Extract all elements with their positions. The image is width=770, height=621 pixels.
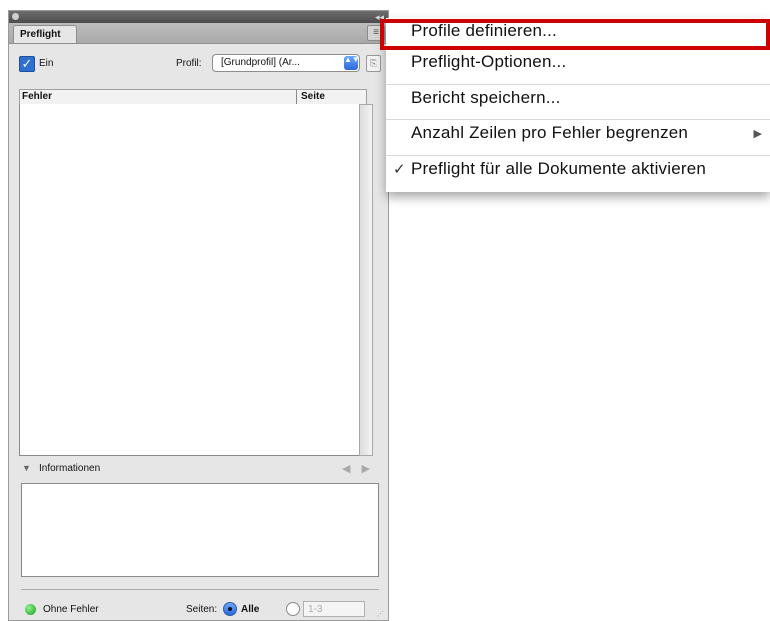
stepper-arrows-icon: ▲▼: [344, 56, 360, 70]
menu-item-label: Preflight für alle Dokumente aktivieren: [411, 159, 707, 178]
info-box: [21, 483, 379, 577]
ein-label: Ein: [39, 58, 54, 69]
column-header-seite[interactable]: Seite: [301, 91, 325, 102]
menu-item-label: Anzahl Zeilen pro Fehler begrenzen: [411, 123, 689, 142]
tab-preflight[interactable]: Preflight: [13, 25, 77, 43]
profile-document-icon[interactable]: ⎘: [366, 55, 381, 72]
column-divider: [296, 90, 297, 104]
profil-select-value: [Grundprofil] (Ar...: [221, 57, 300, 68]
status-ok-icon: [25, 604, 36, 615]
highlight-box: [380, 19, 770, 50]
errors-list[interactable]: [19, 104, 367, 456]
info-row: ▼ Informationen ◀ ▶: [9, 461, 388, 479]
info-nav-arrows-icon[interactable]: ◀ ▶: [342, 462, 374, 475]
column-header-fehler[interactable]: Fehler: [22, 91, 52, 102]
disclosure-triangle-icon[interactable]: ▼: [22, 463, 31, 473]
menu-item-preflight-optionen[interactable]: Preflight-Optionen...: [386, 49, 770, 79]
submenu-arrow-icon: ▶: [753, 128, 762, 140]
status-text: Ohne Fehler: [43, 604, 99, 615]
menu-item-preflight-alle-dokumente[interactable]: ✓ Preflight für alle Dokumente aktiviere…: [386, 155, 770, 186]
radio-range[interactable]: [286, 602, 300, 616]
ein-checkbox[interactable]: ✓: [19, 56, 35, 72]
checkmark-icon: ✓: [393, 161, 406, 178]
menu-item-zeilen-begrenzen[interactable]: Anzahl Zeilen pro Fehler begrenzen ▶: [386, 119, 770, 150]
profil-label: Profil:: [176, 58, 202, 69]
tab-bar: Preflight ≡: [9, 23, 388, 44]
profil-select[interactable]: [Grundprofil] (Ar... ▲▼: [212, 54, 360, 72]
seiten-label: Seiten:: [186, 604, 218, 615]
menu-item-label: Preflight-Optionen...: [411, 52, 567, 71]
preflight-panel: ◂◂ Preflight ≡ ✓ Ein Profil: [Grundprofi…: [8, 10, 389, 621]
menu-item-label: Bericht speichern...: [411, 88, 561, 107]
radio-alle[interactable]: [223, 602, 237, 616]
errors-scrollbar[interactable]: [359, 104, 373, 456]
info-label: Informationen: [39, 463, 101, 474]
panel-titlebar: ◂◂: [9, 11, 388, 23]
resize-grip-icon[interactable]: ⋰: [377, 610, 384, 618]
radio-alle-label: Alle: [241, 604, 260, 615]
page-range-input[interactable]: 1-3: [303, 601, 365, 617]
ein-row: ✓ Ein Profil: [Grundprofil] (Ar... ▲▼ ⎘: [9, 53, 388, 75]
status-row: Ohne Fehler Seiten: Alle 1-3 ⋰: [9, 600, 388, 618]
close-icon[interactable]: [12, 13, 19, 20]
divider: [21, 589, 379, 590]
errors-table-header: Fehler Seite: [19, 89, 367, 105]
menu-item-bericht-speichern[interactable]: Bericht speichern...: [386, 84, 770, 115]
